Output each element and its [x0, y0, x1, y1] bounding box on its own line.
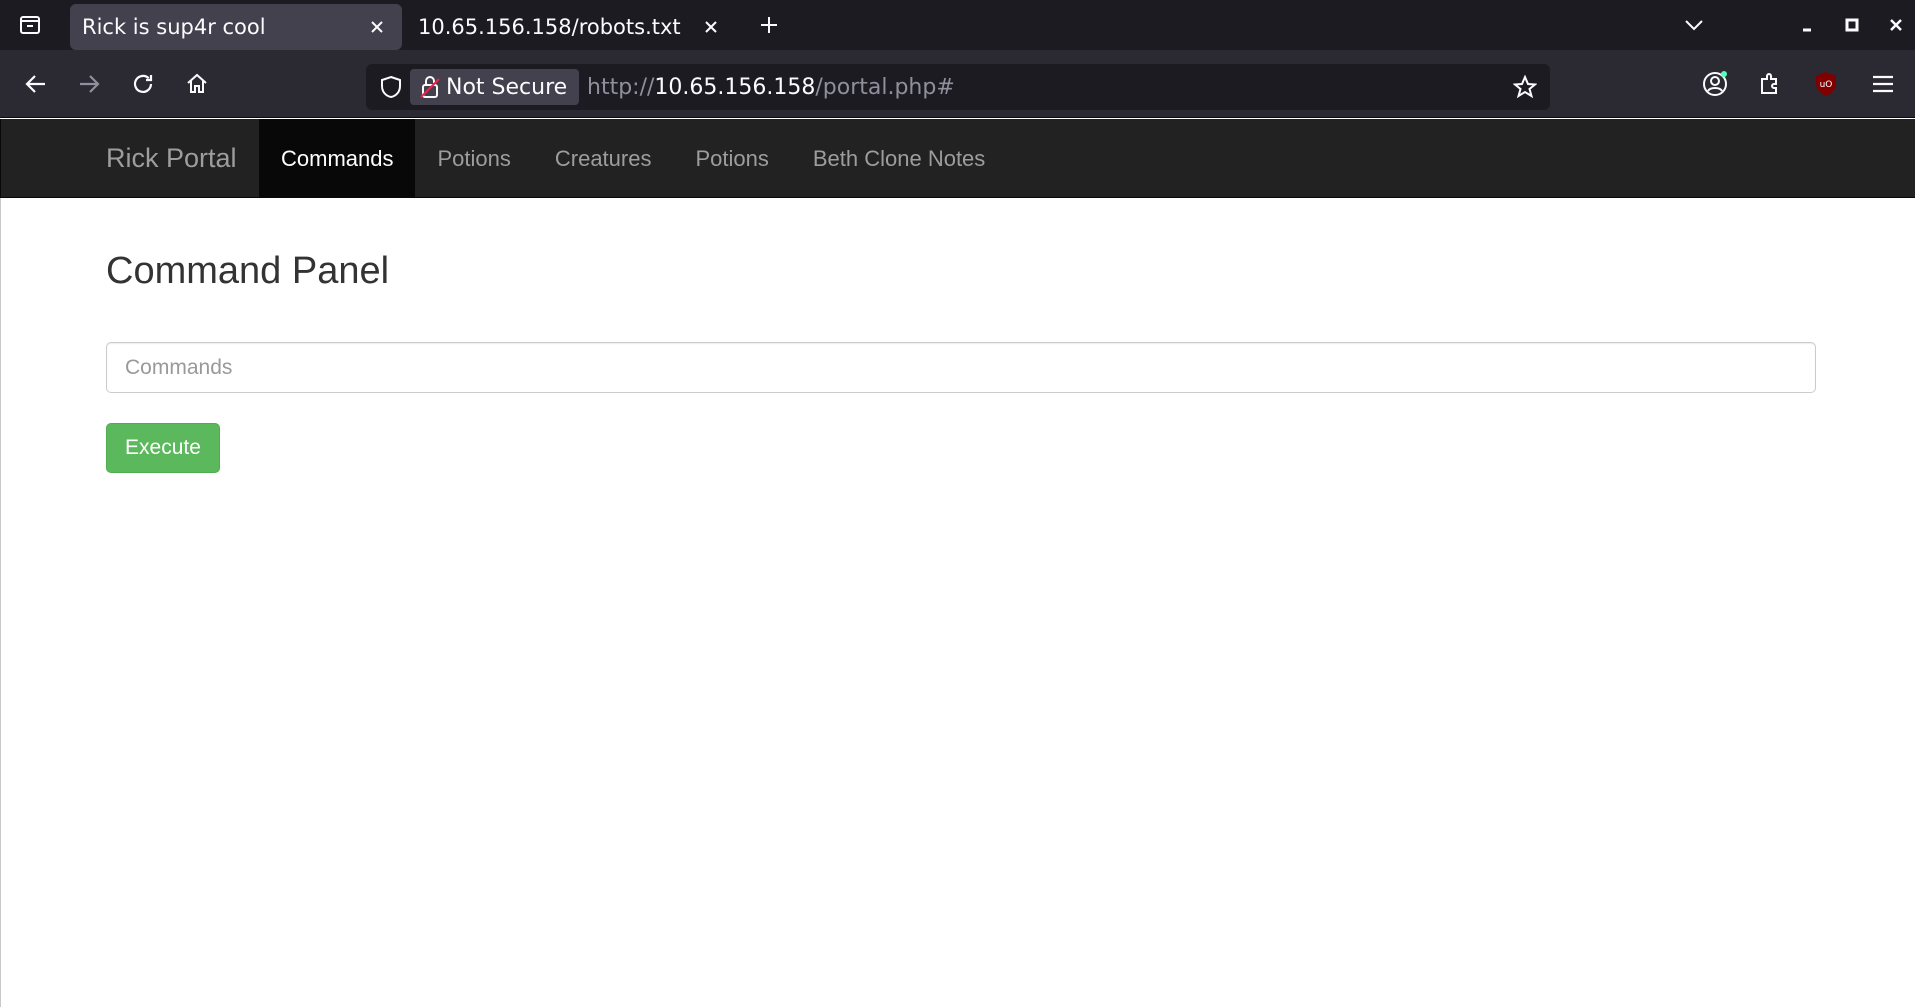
- maximize-icon[interactable]: [1835, 8, 1869, 42]
- site-brand[interactable]: Rick Portal: [106, 119, 237, 198]
- site-navbar: Rick Portal Commands Potions Creatures P…: [0, 119, 1915, 198]
- back-arrow-icon[interactable]: [16, 64, 56, 104]
- security-label: Not Secure: [446, 74, 568, 100]
- address-bar[interactable]: Not Secure http://10.65.156.158/portal.p…: [366, 64, 1550, 110]
- account-icon[interactable]: [1695, 64, 1735, 104]
- browser-tab-active[interactable]: Rick is sup4r cool: [70, 4, 402, 50]
- nav-item-beth-clone-notes[interactable]: Beth Clone Notes: [791, 119, 1007, 198]
- browser-tab-bar: Rick is sup4r cool 10.65.156.158/robots.…: [0, 0, 1915, 50]
- url-host: 10.65.156.158: [654, 74, 816, 100]
- browser-tab[interactable]: 10.65.156.158/robots.txt: [406, 4, 736, 50]
- url-scheme: http://: [587, 74, 655, 100]
- new-tab-icon[interactable]: [752, 8, 786, 42]
- insecure-lock-icon: [420, 76, 440, 98]
- page-title: Command Panel: [106, 250, 390, 292]
- nav-item-potions-2[interactable]: Potions: [673, 119, 790, 198]
- svg-text:uO: uO: [1820, 80, 1833, 90]
- bookmark-star-icon[interactable]: [1508, 70, 1542, 104]
- nav-item-potions[interactable]: Potions: [415, 119, 532, 198]
- connection-security-badge[interactable]: Not Secure: [410, 69, 580, 105]
- ublock-origin-icon[interactable]: uO: [1806, 64, 1846, 104]
- url-text[interactable]: http://10.65.156.158/portal.php#: [587, 64, 955, 110]
- tab-title: Rick is sup4r cool: [82, 15, 266, 39]
- close-window-icon[interactable]: [1879, 8, 1913, 42]
- tracking-protection-shield-icon[interactable]: [374, 70, 408, 104]
- firefox-view-icon[interactable]: [10, 5, 50, 45]
- nav-item-creatures[interactable]: Creatures: [533, 119, 674, 198]
- extensions-puzzle-icon[interactable]: [1750, 64, 1790, 104]
- home-icon[interactable]: [177, 64, 217, 104]
- url-path: /portal.php#: [815, 74, 955, 100]
- browser-toolbar: Not Secure http://10.65.156.158/portal.p…: [0, 50, 1915, 118]
- execute-button[interactable]: Execute: [106, 423, 220, 473]
- page-body: Command Panel Execute: [0, 198, 1915, 1007]
- hamburger-menu-icon[interactable]: [1863, 64, 1903, 104]
- site-nav-items: Commands Potions Creatures Potions Beth …: [259, 119, 1007, 198]
- close-icon[interactable]: [366, 16, 388, 38]
- reload-icon[interactable]: [123, 64, 163, 104]
- commands-input[interactable]: [106, 342, 1816, 393]
- nav-item-commands[interactable]: Commands: [259, 119, 416, 198]
- chevron-down-icon[interactable]: [1677, 8, 1711, 42]
- close-icon[interactable]: [700, 16, 722, 38]
- minimize-icon[interactable]: [1790, 8, 1824, 42]
- tab-title: 10.65.156.158/robots.txt: [418, 15, 681, 39]
- forward-arrow-icon[interactable]: [69, 64, 109, 104]
